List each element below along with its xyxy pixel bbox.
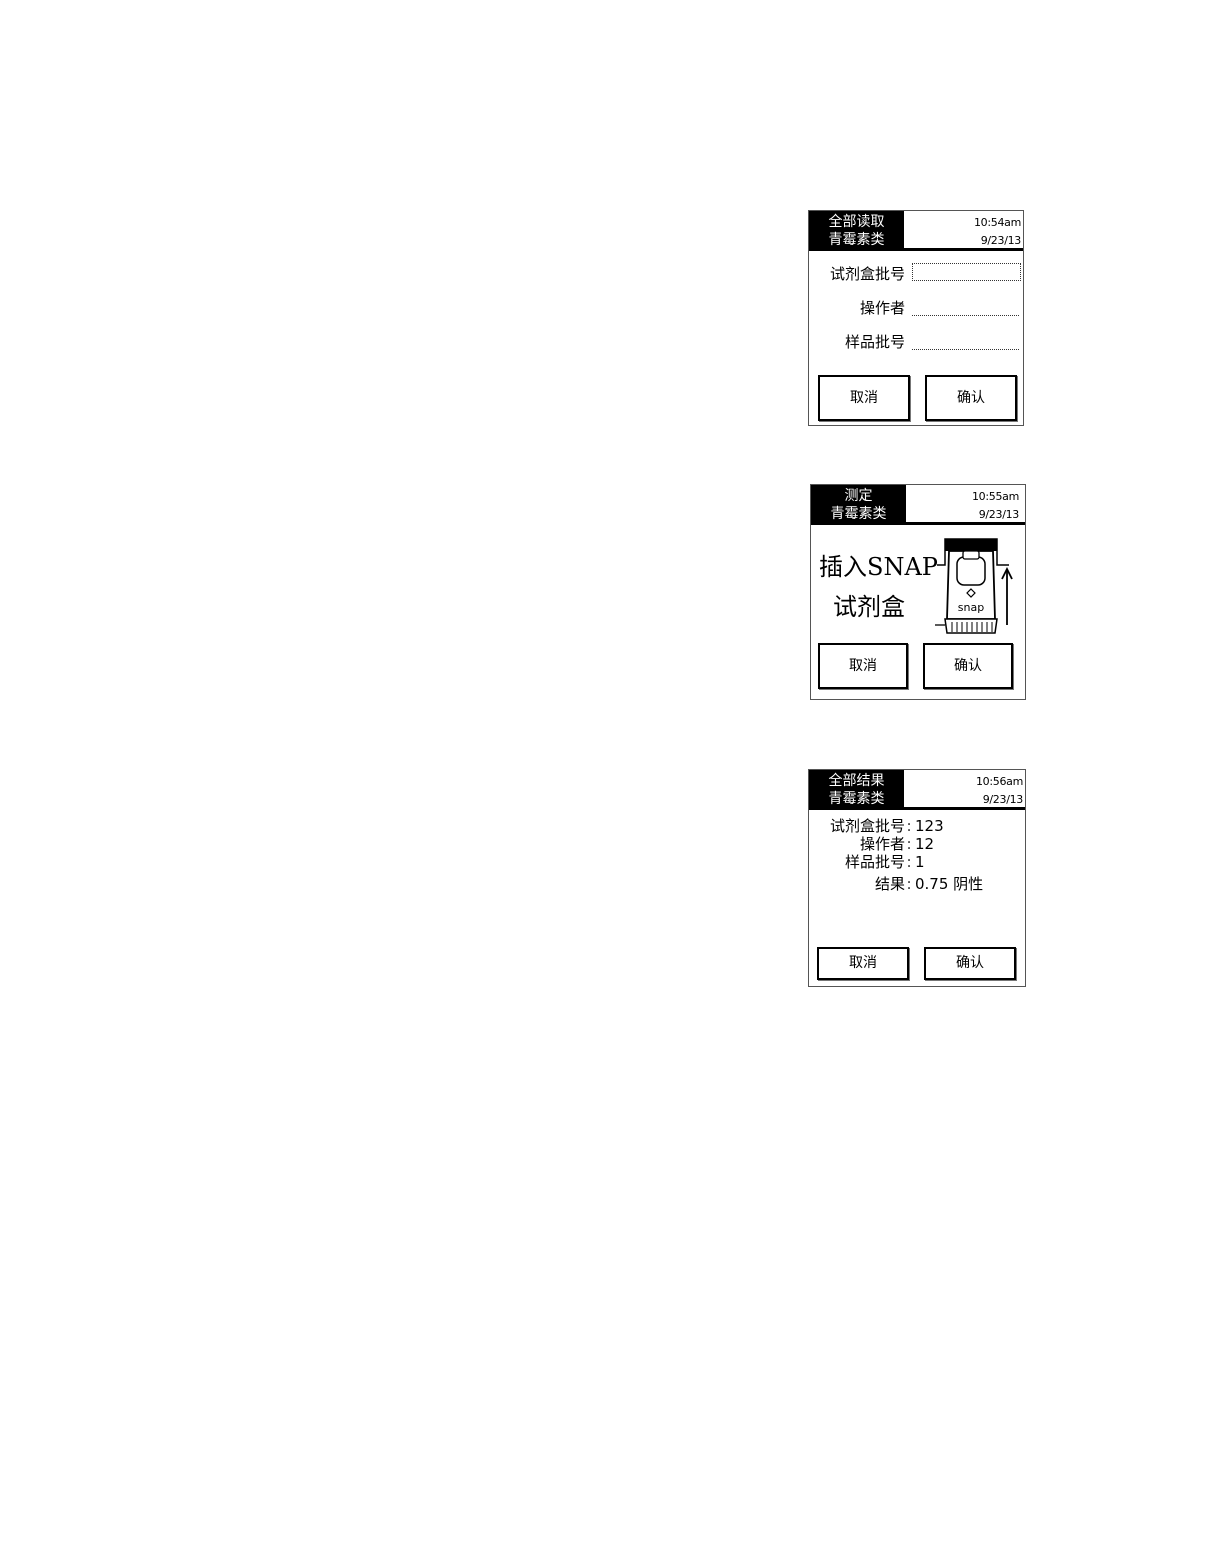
confirm-button[interactable]: 确认 [923, 643, 1013, 689]
test-type: 青霉素类 [828, 791, 885, 807]
result-colon: : [906, 817, 912, 835]
insert-prompt-line2: 试剂盒 [833, 593, 905, 621]
result-value: 12 [915, 835, 935, 853]
title-block: 全部读取 青霉素类 [809, 211, 904, 251]
datetime: 10:56am 9/23/13 [923, 773, 1023, 809]
sample-lot-label: 样品批号 [844, 333, 905, 351]
operator-input[interactable] [912, 299, 1019, 316]
mode-title: 全部结果 [828, 773, 885, 789]
result-label: 结果 [874, 875, 905, 893]
kit-lot-input[interactable] [912, 263, 1021, 281]
mode-title: 全部读取 [828, 214, 885, 230]
snap-device-illustration: snap [935, 538, 1013, 634]
result-label: 操作者 [859, 835, 905, 853]
mode-title: 测定 [844, 488, 873, 504]
test-type: 青霉素类 [828, 232, 885, 248]
screen-header: 测定 青霉素类 10:55am 9/23/13 [811, 485, 1025, 525]
test-type: 青霉素类 [830, 506, 887, 522]
title-block: 测定 青霉素类 [811, 485, 906, 525]
confirm-button[interactable]: 确认 [924, 947, 1016, 980]
snap-logo-text: snap [958, 601, 984, 614]
date-label: 9/23/13 [982, 793, 1024, 806]
result-colon: : [906, 835, 912, 853]
date-label: 9/23/13 [978, 508, 1020, 521]
screen-test: 测定 青霉素类 10:55am 9/23/13 插入SNAP 试剂盒 snap … [810, 484, 1026, 700]
kit-lot-label: 试剂盒批号 [829, 265, 905, 283]
sample-lot-input[interactable] [912, 333, 1019, 350]
result-value: 0.75 阴性 [915, 875, 984, 893]
time-label: 10:56am [975, 775, 1023, 788]
operator-label: 操作者 [859, 299, 905, 317]
screen-all-results: 全部结果 青霉素类 10:56am 9/23/13 试剂盒批号 : 123 操作… [808, 769, 1026, 987]
field-colon: : [900, 263, 906, 281]
field-colon: : [900, 331, 906, 349]
screen-header: 全部结果 青霉素类 10:56am 9/23/13 [809, 770, 1025, 810]
result-value: 1 [915, 853, 925, 871]
result-colon: : [906, 853, 912, 871]
time-label: 10:55am [971, 490, 1019, 503]
result-colon: : [906, 875, 912, 893]
insert-prompt-line1: 插入SNAP [819, 553, 938, 581]
time-label: 10:54am [973, 216, 1021, 229]
result-value: 123 [915, 817, 944, 835]
cancel-button[interactable]: 取消 [818, 375, 910, 421]
screen-header: 全部读取 青霉素类 10:54am 9/23/13 [809, 211, 1023, 251]
datetime: 10:55am 9/23/13 [919, 488, 1019, 524]
title-block: 全部结果 青霉素类 [809, 770, 904, 810]
date-label: 9/23/13 [980, 234, 1022, 247]
result-label: 样品批号 [844, 853, 905, 871]
cancel-button[interactable]: 取消 [817, 947, 909, 980]
result-label: 试剂盒批号 [829, 817, 905, 835]
field-colon: : [900, 297, 906, 315]
confirm-button[interactable]: 确认 [925, 375, 1017, 421]
datetime: 10:54am 9/23/13 [921, 214, 1021, 250]
screen-read-all: 全部读取 青霉素类 10:54am 9/23/13 试剂盒批号 : 操作者 : … [808, 210, 1024, 426]
cancel-button[interactable]: 取消 [818, 643, 908, 689]
